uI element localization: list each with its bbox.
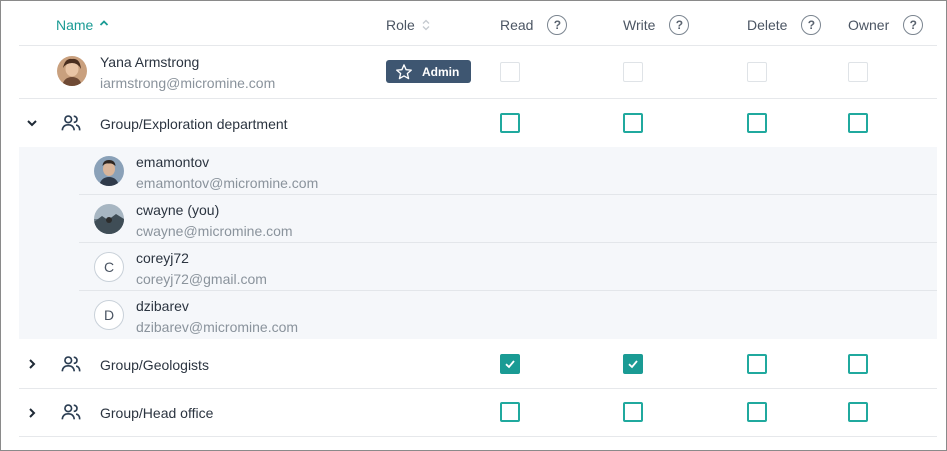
table-row-owner: Yana Armstrong iarmstrong@micromine.com … xyxy=(19,46,937,99)
column-header-read: Read ? xyxy=(500,15,568,35)
member-name: dzibarev xyxy=(136,298,189,314)
column-header-role[interactable]: Role xyxy=(386,17,431,33)
member-email: dzibarev@micromine.com xyxy=(136,319,299,335)
column-header-owner-label: Owner xyxy=(848,17,890,33)
list-item: cwayne (you) cwayne@micromine.com xyxy=(79,195,937,243)
sort-icon xyxy=(422,19,430,31)
user-photo-icon xyxy=(94,156,124,186)
group-icon xyxy=(61,404,81,420)
group-name: Group/Exploration department xyxy=(100,116,288,132)
member-email: emamontov@micromine.com xyxy=(136,175,319,191)
chevron-down-icon[interactable] xyxy=(25,116,39,130)
owner-checkbox xyxy=(848,62,868,82)
column-header-read-label: Read xyxy=(500,17,534,33)
list-item: D dzibarev dzibarev@micromine.com xyxy=(79,291,937,339)
column-header-delete: Delete ? xyxy=(747,15,822,35)
avatar xyxy=(94,204,124,234)
checkmark-icon xyxy=(505,360,515,369)
table-row-group: Group/Head office xyxy=(19,389,937,437)
avatar xyxy=(94,156,124,186)
read-checkbox[interactable] xyxy=(500,402,520,422)
delete-checkbox[interactable] xyxy=(747,402,767,422)
chevron-right-icon[interactable] xyxy=(25,357,39,371)
column-header-owner: Owner ? xyxy=(848,15,924,35)
list-item: C coreyj72 coreyj72@gmail.com xyxy=(79,243,937,291)
column-header-name[interactable]: Name xyxy=(56,17,109,33)
member-email: cwayne@micromine.com xyxy=(136,223,293,239)
owner-checkbox[interactable] xyxy=(848,402,868,422)
table-header: Name Role Read ? Write ? Delete ? Owner … xyxy=(19,9,937,46)
table-row-group: Group/Exploration department xyxy=(19,99,937,147)
group-icon xyxy=(61,356,81,372)
delete-checkbox[interactable] xyxy=(747,354,767,374)
column-header-name-label: Name xyxy=(56,17,94,33)
star-icon xyxy=(396,63,412,79)
read-help-icon[interactable]: ? xyxy=(547,15,568,35)
checkmark-icon xyxy=(628,360,638,369)
user-photo-icon xyxy=(57,56,87,86)
owner-help-icon[interactable]: ? xyxy=(903,15,924,35)
permissions-panel: Name Role Read ? Write ? Delete ? Owner … xyxy=(0,0,947,451)
write-checkbox[interactable] xyxy=(623,402,643,422)
list-item: emamontov emamontov@micromine.com xyxy=(79,147,937,195)
table-row-group: Group/Geologists xyxy=(19,339,937,389)
avatar: C xyxy=(94,252,124,282)
member-name: cwayne (you) xyxy=(136,202,220,218)
user-photo-icon xyxy=(94,204,124,234)
group-name: Group/Geologists xyxy=(100,357,209,373)
owner-checkbox[interactable] xyxy=(848,113,868,133)
column-header-write: Write ? xyxy=(623,15,690,35)
delete-checkbox xyxy=(747,62,767,82)
column-header-role-label: Role xyxy=(386,17,415,33)
write-checkbox[interactable] xyxy=(623,113,643,133)
group-icon xyxy=(61,115,81,131)
member-name: coreyj72 xyxy=(136,250,189,266)
read-checkbox xyxy=(500,62,520,82)
read-checkbox[interactable] xyxy=(500,113,520,133)
read-checkbox[interactable] xyxy=(500,354,520,374)
avatar: D xyxy=(94,300,124,330)
role-badge-admin: Admin xyxy=(386,60,471,83)
group-name: Group/Head office xyxy=(100,405,214,421)
member-name: emamontov xyxy=(136,154,210,170)
write-help-icon[interactable]: ? xyxy=(669,15,690,35)
write-checkbox xyxy=(623,62,643,82)
owner-checkbox[interactable] xyxy=(848,354,868,374)
user-name: Yana Armstrong xyxy=(100,54,200,70)
column-header-delete-label: Delete xyxy=(747,17,788,33)
delete-checkbox[interactable] xyxy=(747,113,767,133)
role-badge-label: Admin xyxy=(422,64,460,79)
delete-help-icon[interactable]: ? xyxy=(801,15,822,35)
sort-ascending-icon xyxy=(100,20,109,26)
user-email: iarmstrong@micromine.com xyxy=(100,75,276,91)
member-email: coreyj72@gmail.com xyxy=(136,271,267,287)
chevron-right-icon[interactable] xyxy=(25,406,39,420)
avatar xyxy=(57,56,87,86)
write-checkbox[interactable] xyxy=(623,354,643,374)
group-members-list: emamontov emamontov@micromine.com cwayne… xyxy=(19,147,937,339)
column-header-write-label: Write xyxy=(623,17,656,33)
